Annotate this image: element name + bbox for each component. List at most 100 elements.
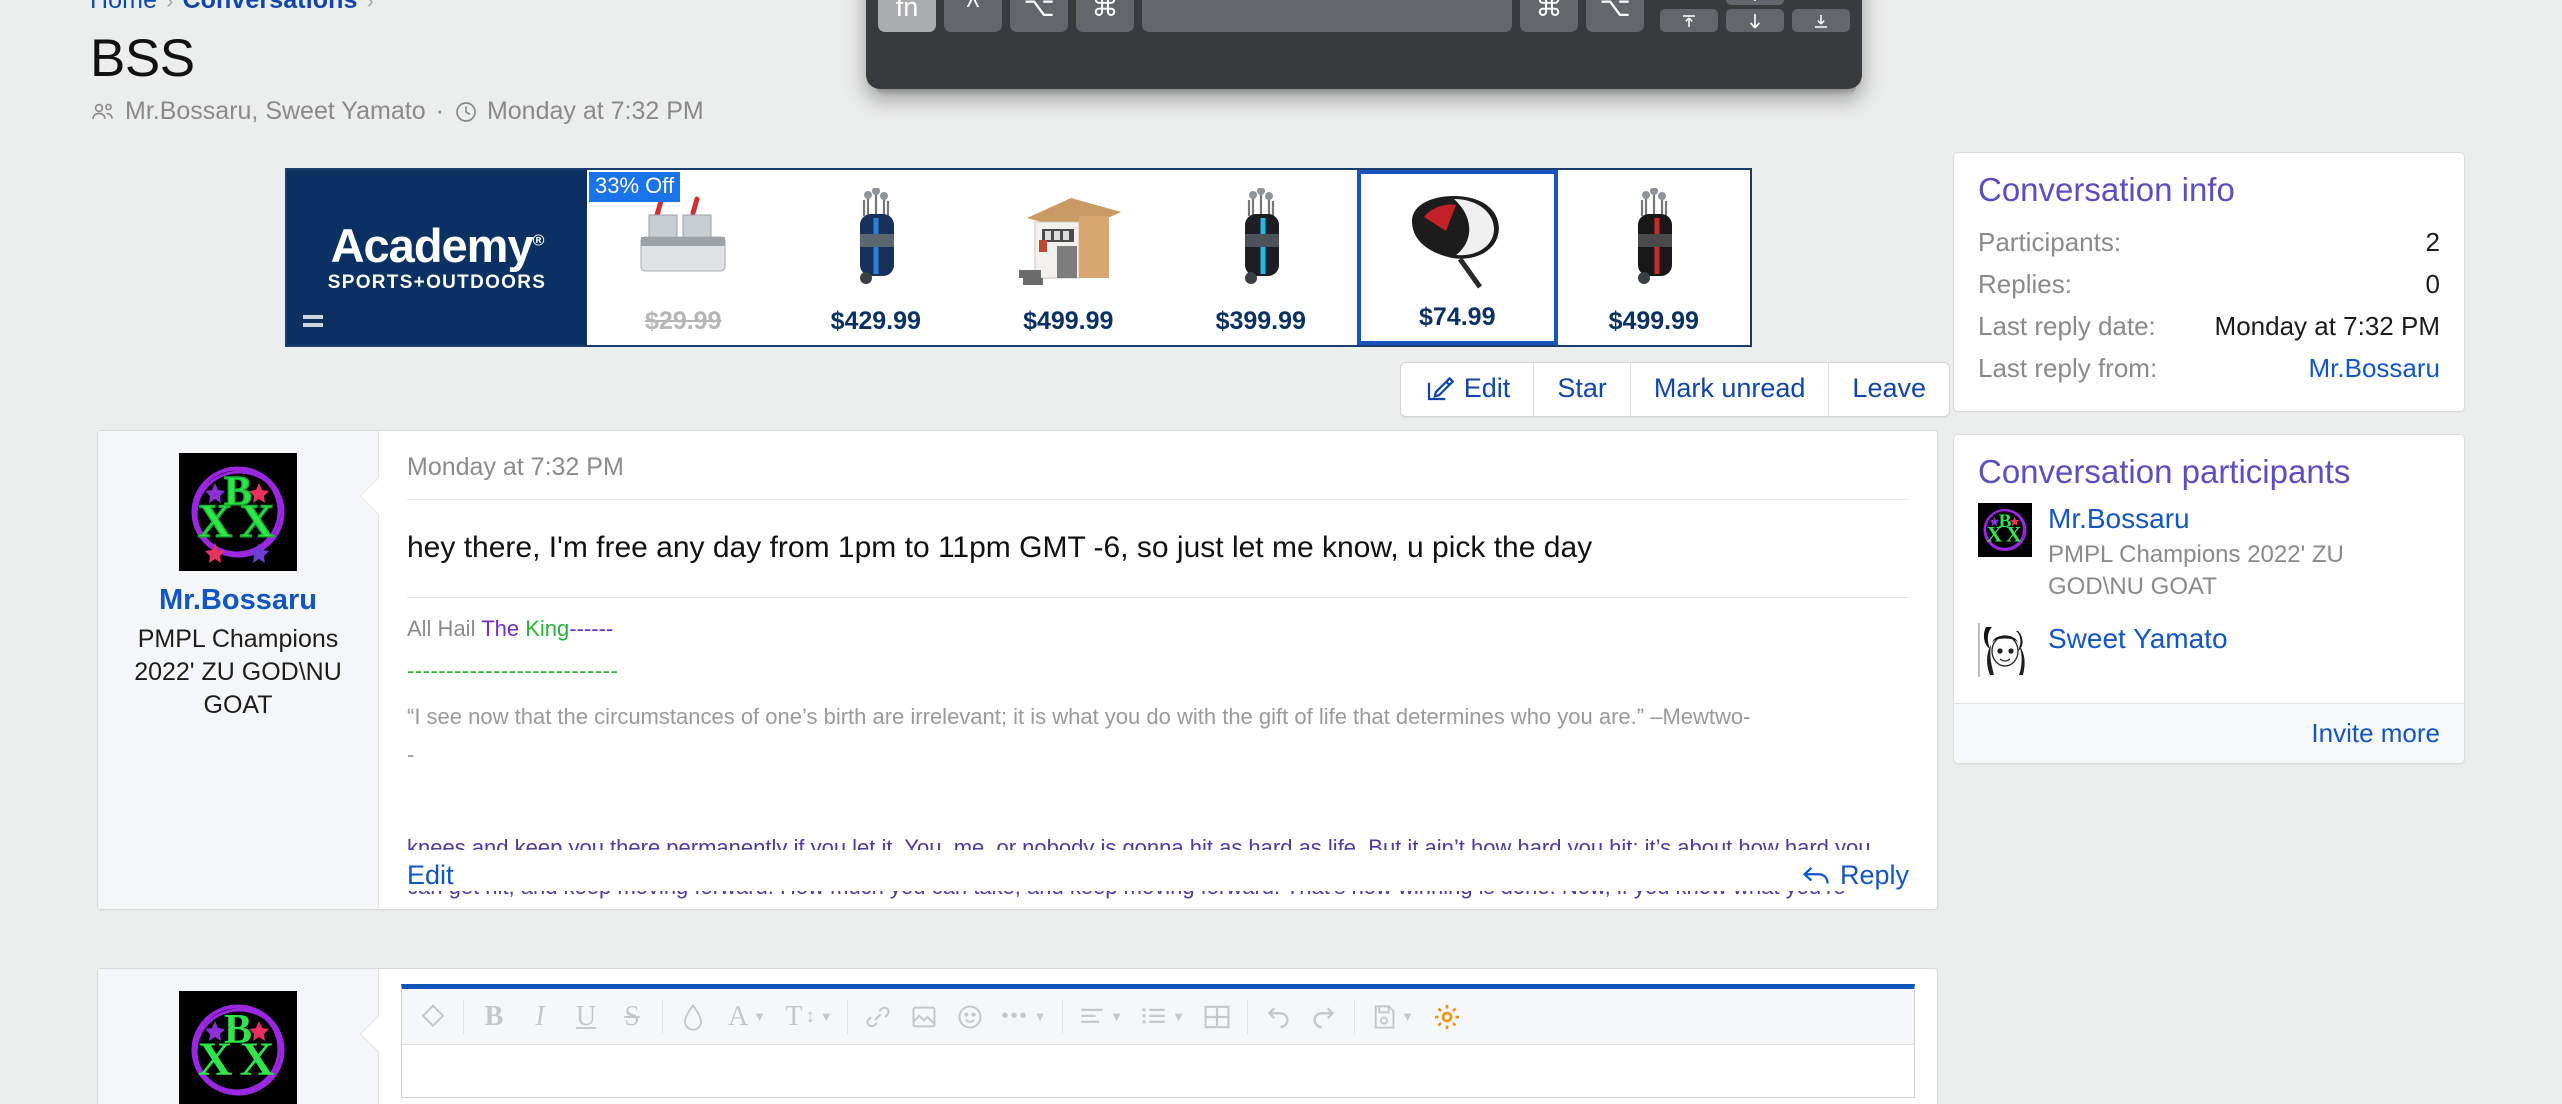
key-command-right[interactable]: ⌘ bbox=[1520, 0, 1578, 32]
list-item[interactable]: B X X Mr.Bossaru PMPL Champions 2022' ZU… bbox=[1978, 503, 2440, 603]
ad-brand-tagline: SPORTS+OUTDOORS bbox=[327, 271, 547, 293]
participant-name-1[interactable]: Mr.Bossaru bbox=[2048, 503, 2190, 534]
italic-icon[interactable]: I bbox=[517, 995, 563, 1039]
info-value-last-reply-from[interactable]: Mr.Bossaru bbox=[2309, 347, 2441, 389]
more-icon[interactable]: ••• ▼ bbox=[993, 995, 1055, 1039]
undo-icon[interactable] bbox=[1255, 995, 1301, 1039]
info-row-last-reply-from: Last reply from: Mr.Bossaru bbox=[1978, 347, 2440, 389]
post-author-title: PMPL Champions 2022' ZU GOD\NU GOAT bbox=[134, 624, 342, 719]
toolbar-separator-3 bbox=[847, 999, 848, 1034]
playhouse-image bbox=[972, 170, 1165, 307]
yamato-anime-avatar[interactable] bbox=[1978, 623, 2032, 678]
avatar[interactable]: B X X bbox=[179, 453, 297, 571]
ad-product-list: 33% Off $29.99 $429.99 $499.99 $399.99 $… bbox=[587, 170, 1750, 345]
invite-more-link[interactable]: Invite more bbox=[2311, 718, 2440, 748]
settings-gear-icon[interactable] bbox=[1424, 995, 1470, 1039]
message-post: B X X Mr.Bossaru PMPL Champions 2022' ZU… bbox=[97, 430, 1938, 910]
editor-text-area[interactable] bbox=[402, 1045, 1914, 1097]
menu-hamburger-icon[interactable] bbox=[303, 315, 323, 331]
post-text-clip-mask bbox=[379, 799, 1937, 833]
key-command-left[interactable]: ⌘ bbox=[1076, 0, 1134, 32]
ad-price-2: $429.99 bbox=[830, 307, 921, 335]
post-author-column: B X X Mr.Bossaru PMPL Champions 2022' ZU… bbox=[98, 431, 397, 909]
ad-product-6[interactable]: $499.99 bbox=[1558, 170, 1751, 345]
mark-unread-button[interactable]: Mark unread bbox=[1630, 363, 1830, 416]
post-footer: Edit Reply bbox=[407, 850, 1909, 891]
signature-part-1: All Hail bbox=[407, 616, 482, 641]
key-fn[interactable]: fn bbox=[878, 0, 936, 32]
font-size-icon[interactable]: T ↕ ▼ bbox=[778, 995, 840, 1039]
ad-brand-logo[interactable]: Academy® SPORTS+OUTDOORS bbox=[287, 170, 587, 345]
edit-button-label: Edit bbox=[1463, 373, 1511, 403]
list-item[interactable]: Sweet Yamato bbox=[1978, 623, 2440, 678]
post-edit-link[interactable]: Edit bbox=[407, 860, 454, 891]
ad-brand-name: Academy® bbox=[330, 218, 545, 272]
reply-avatar[interactable]: B X X bbox=[179, 991, 297, 1104]
post-content-column: Monday at 7:32 PM hey there, I'm free an… bbox=[379, 431, 1937, 909]
toolbar-separator-6 bbox=[1354, 999, 1355, 1034]
key-page-down[interactable] bbox=[1792, 9, 1850, 32]
post-author-name[interactable]: Mr.Bossaru bbox=[110, 584, 366, 617]
ad-product-3[interactable]: $499.99 bbox=[972, 170, 1165, 345]
key-arrow-down[interactable] bbox=[1726, 9, 1784, 32]
redo-icon[interactable] bbox=[1301, 995, 1347, 1039]
breadcrumb-home[interactable]: Home bbox=[90, 0, 157, 14]
ad-product-5-selected[interactable]: $74.99 bbox=[1357, 170, 1558, 345]
key-arrow-up[interactable] bbox=[1726, 0, 1784, 5]
participants-list: B X X Mr.Bossaru PMPL Champions 2022' ZU… bbox=[1954, 503, 2464, 703]
align-icon[interactable]: ▼ bbox=[1070, 995, 1132, 1039]
font-family-icon[interactable]: A ▼ bbox=[716, 995, 778, 1039]
leave-button[interactable]: Leave bbox=[1829, 363, 1949, 416]
conversation-info-body: Participants: 2 Replies: 0 Last reply da… bbox=[1954, 221, 2464, 411]
bxx-logo-avatar[interactable]: B X X bbox=[1978, 503, 2032, 558]
participant-info-1: Mr.Bossaru PMPL Champions 2022' ZU GOD\N… bbox=[2048, 503, 2440, 603]
post-timestamp: Monday at 7:32 PM bbox=[407, 453, 624, 481]
keyboard-row-bottom: fn ^ ⌥ ⌘ ⌘ ⌥ bbox=[878, 0, 1850, 32]
text-color-icon[interactable] bbox=[670, 995, 716, 1039]
keyboard-arrow-cluster bbox=[1660, 0, 1850, 32]
star-button[interactable]: Star bbox=[1534, 363, 1631, 416]
page-meta-separator: · bbox=[435, 97, 444, 125]
key-option-right[interactable]: ⌥ bbox=[1586, 0, 1644, 32]
key-page-up[interactable] bbox=[1660, 9, 1718, 32]
golf-bag-cyan-image bbox=[1165, 170, 1358, 307]
draft-icon[interactable]: ▼ bbox=[1362, 995, 1424, 1039]
toolbar-separator-2 bbox=[662, 999, 663, 1034]
registered-mark-icon: ® bbox=[532, 231, 545, 249]
remove-format-icon[interactable] bbox=[410, 995, 456, 1039]
macos-keyboard-viewer[interactable]: fn ^ ⌥ ⌘ ⌘ ⌥ bbox=[866, 0, 1862, 89]
breadcrumb-conversations[interactable]: Conversations bbox=[183, 0, 358, 14]
info-value-last-reply-date: Monday at 7:32 PM bbox=[2214, 311, 2440, 342]
table-icon[interactable] bbox=[1194, 995, 1240, 1039]
edit-button[interactable]: Edit bbox=[1400, 363, 1535, 416]
post-quote-mewtwo-tail: - bbox=[407, 742, 415, 768]
emoji-icon[interactable] bbox=[947, 995, 993, 1039]
post-signature-line: All Hail The King------ bbox=[407, 612, 1909, 646]
ad-product-2[interactable]: $429.99 bbox=[780, 170, 973, 345]
image-icon[interactable] bbox=[901, 995, 947, 1039]
list-icon[interactable]: ▼ bbox=[1132, 995, 1194, 1039]
key-spacebar[interactable] bbox=[1142, 0, 1512, 32]
key-control[interactable]: ^ bbox=[944, 0, 1002, 32]
post-quote-mewtwo: “I see now that the circumstances of one… bbox=[407, 704, 1751, 730]
conversation-info-card: Conversation info Participants: 2 Replie… bbox=[1953, 152, 2465, 413]
info-row-last-reply-date: Last reply date: Monday at 7:32 PM bbox=[1978, 305, 2440, 347]
ad-product-1[interactable]: 33% Off $29.99 bbox=[587, 170, 780, 345]
conversation-action-bar: Edit Star Mark unread Leave bbox=[1399, 362, 1950, 417]
toolbar-separator-1 bbox=[463, 999, 464, 1034]
toolbar-separator-5 bbox=[1247, 999, 1248, 1034]
info-label-last-reply-from: Last reply from: bbox=[1978, 353, 2158, 384]
bold-icon[interactable]: B bbox=[471, 995, 517, 1039]
participant-title-1: PMPL Champions 2022' ZU GOD\NU GOAT bbox=[2048, 540, 2344, 601]
post-reply-link[interactable]: Reply bbox=[1801, 860, 1909, 891]
advertisement-banner[interactable]: Academy® SPORTS+OUTDOORS 33% Off $29.99 bbox=[285, 168, 1752, 347]
participant-name-2[interactable]: Sweet Yamato bbox=[2048, 623, 2228, 654]
post-reply-label: Reply bbox=[1839, 860, 1909, 890]
key-option-left[interactable]: ⌥ bbox=[1010, 0, 1068, 32]
rich-text-editor[interactable]: B I U S A ▼ T ↕ ▼ ••• ▼ ▼ ▼ ▼ bbox=[401, 984, 1915, 1098]
signature-dashes-purple: ------ bbox=[569, 616, 614, 641]
ad-product-4[interactable]: $399.99 bbox=[1165, 170, 1358, 345]
strikethrough-icon[interactable]: S bbox=[609, 995, 655, 1039]
link-icon[interactable] bbox=[855, 995, 901, 1039]
underline-icon[interactable]: U bbox=[563, 995, 609, 1039]
